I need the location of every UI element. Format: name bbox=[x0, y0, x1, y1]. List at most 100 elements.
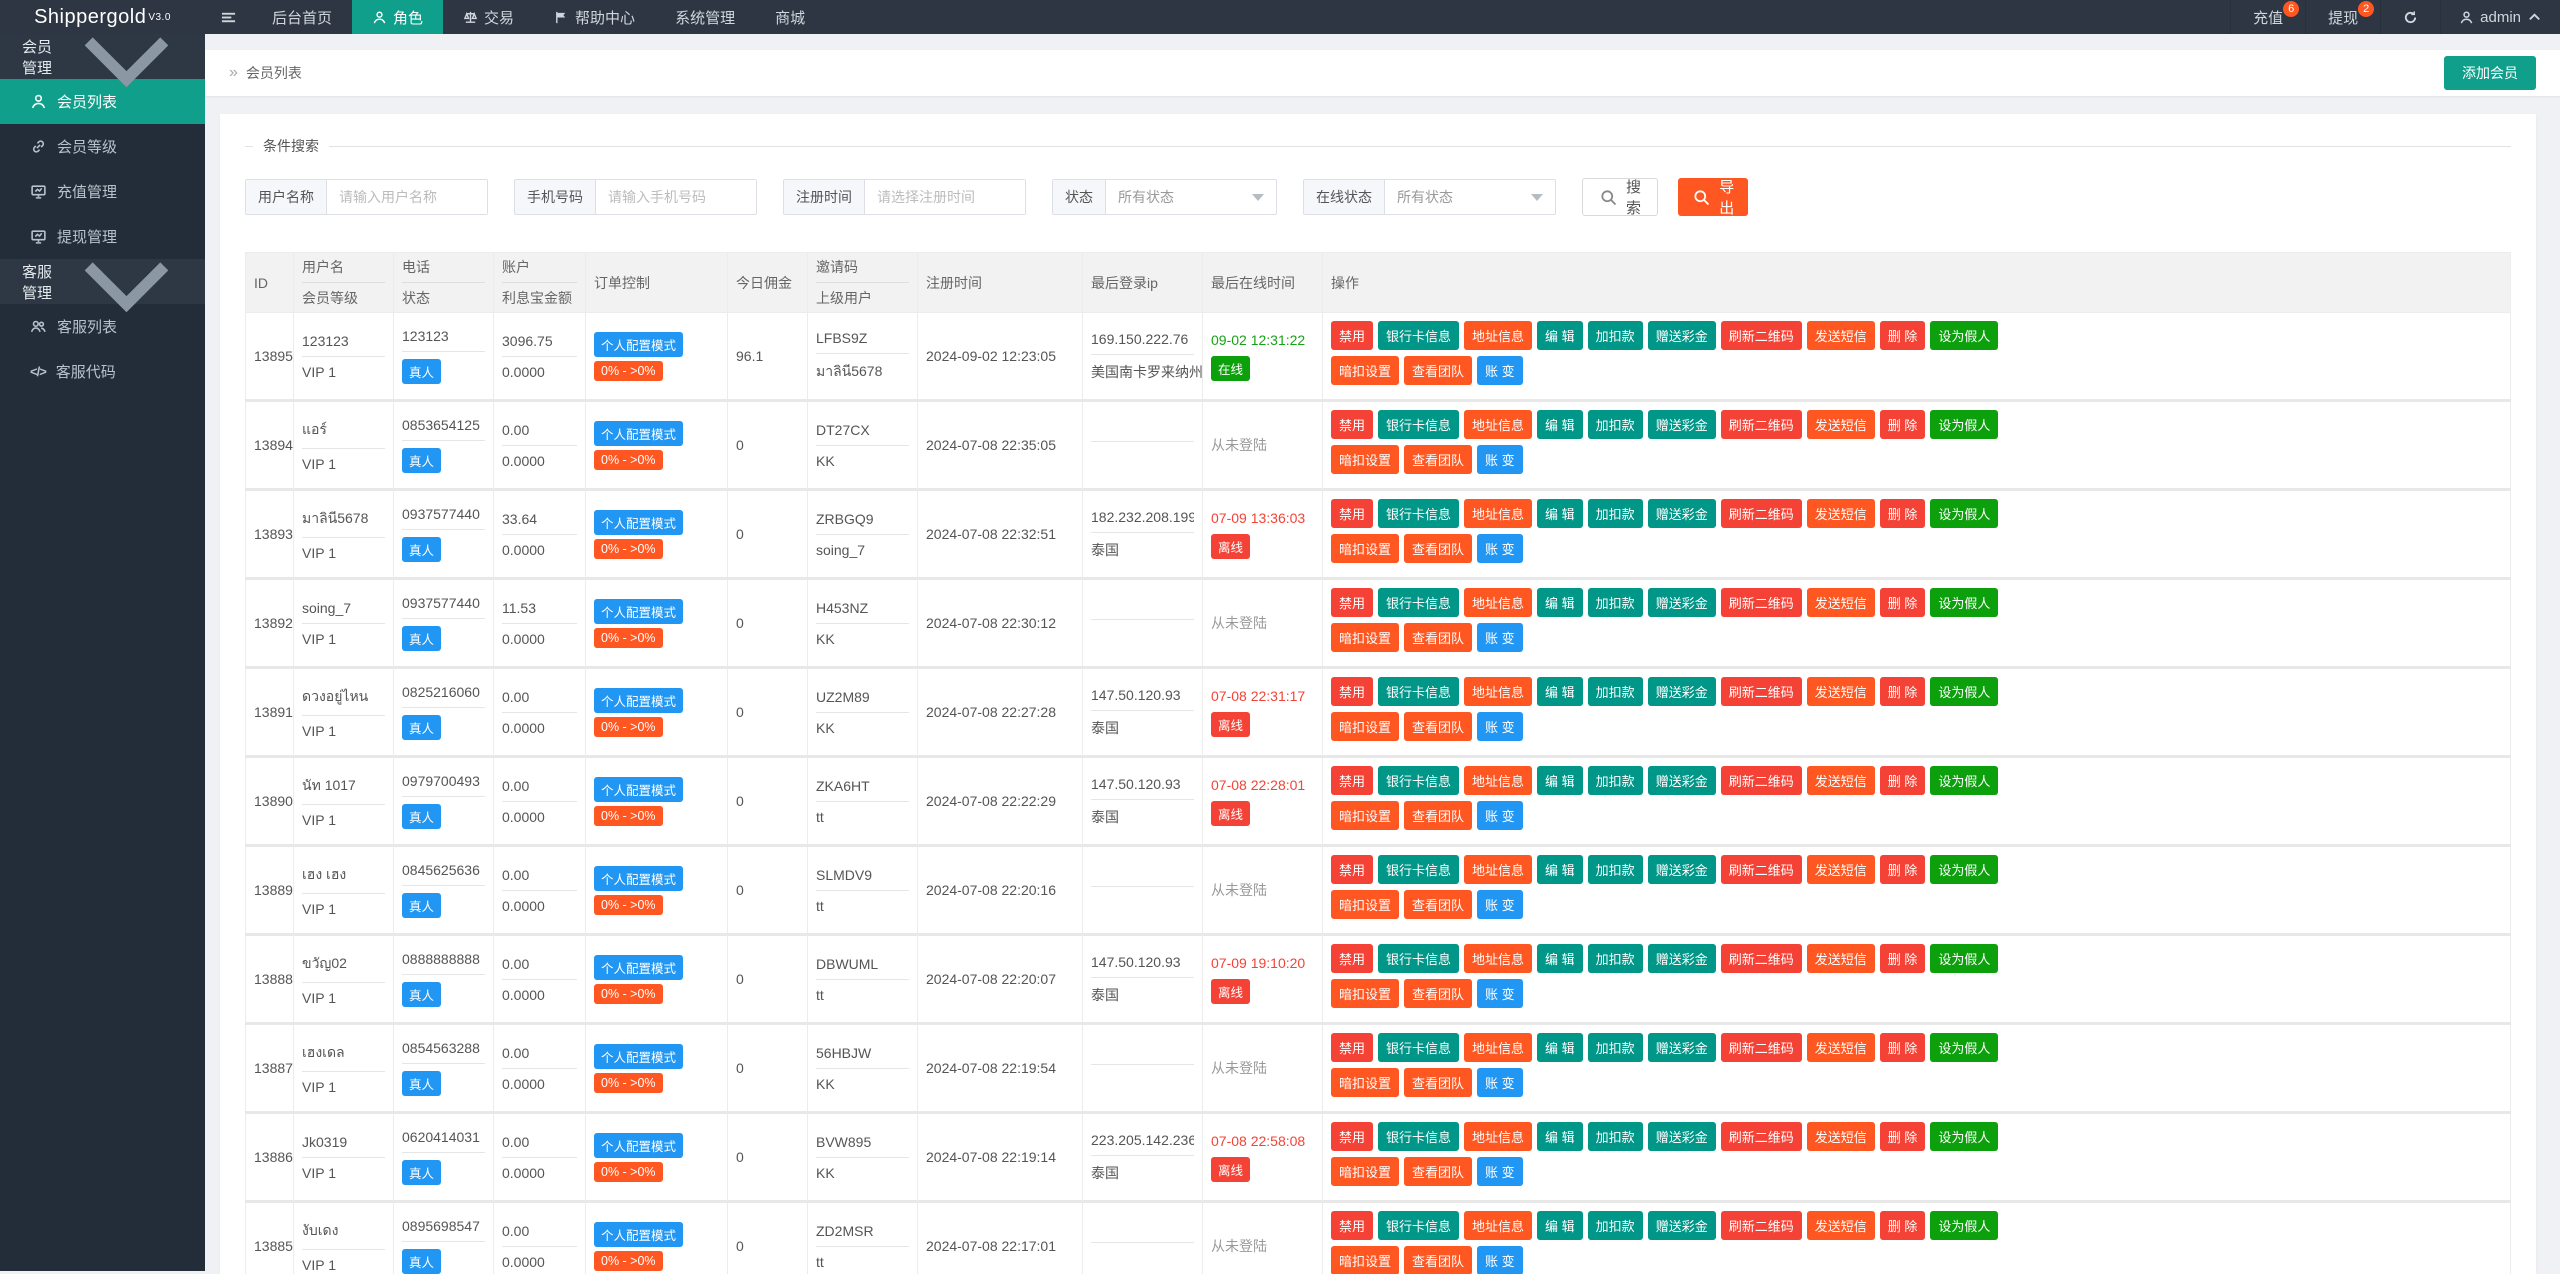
action-button[interactable]: 设为假人 bbox=[1930, 766, 1998, 795]
action-button[interactable]: 加扣款 bbox=[1588, 321, 1643, 350]
action-button[interactable]: 加扣款 bbox=[1588, 1211, 1643, 1240]
action-button[interactable]: 暗扣设置 bbox=[1331, 801, 1399, 830]
action-button[interactable]: 查看团队 bbox=[1404, 356, 1472, 385]
action-button[interactable]: 查看团队 bbox=[1404, 1068, 1472, 1097]
action-button[interactable]: 禁用 bbox=[1331, 1211, 1373, 1240]
action-button[interactable]: 编 辑 bbox=[1537, 410, 1583, 439]
action-button[interactable]: 地址信息 bbox=[1464, 944, 1532, 973]
action-button[interactable]: 查看团队 bbox=[1404, 1246, 1472, 1274]
filter-input[interactable] bbox=[865, 180, 1025, 214]
action-button[interactable]: 地址信息 bbox=[1464, 588, 1532, 617]
action-button[interactable]: 赠送彩金 bbox=[1648, 677, 1716, 706]
action-button[interactable]: 设为假人 bbox=[1930, 1211, 1998, 1240]
nav-item-2[interactable]: 角色 bbox=[352, 0, 443, 34]
action-button[interactable]: 暗扣设置 bbox=[1331, 890, 1399, 919]
action-button[interactable]: 加扣款 bbox=[1588, 1033, 1643, 1062]
action-button[interactable]: 账 变 bbox=[1477, 712, 1523, 741]
action-button[interactable]: 查看团队 bbox=[1404, 890, 1472, 919]
action-button[interactable]: 禁用 bbox=[1331, 410, 1373, 439]
action-button[interactable]: 删 除 bbox=[1880, 1122, 1926, 1151]
action-button[interactable]: 刷新二维码 bbox=[1721, 321, 1802, 350]
action-button[interactable]: 设为假人 bbox=[1930, 677, 1998, 706]
action-button[interactable]: 地址信息 bbox=[1464, 677, 1532, 706]
action-button[interactable]: 银行卡信息 bbox=[1378, 766, 1459, 795]
action-button[interactable]: 查看团队 bbox=[1404, 623, 1472, 652]
action-button[interactable]: 银行卡信息 bbox=[1378, 944, 1459, 973]
action-button[interactable]: 赠送彩金 bbox=[1648, 1211, 1716, 1240]
filter-input[interactable] bbox=[596, 180, 756, 214]
sidebar-item[interactable]: 会员等级 bbox=[0, 124, 205, 169]
action-button[interactable]: 设为假人 bbox=[1930, 944, 1998, 973]
sidebar-group-1[interactable]: 会员管理 bbox=[0, 34, 205, 79]
action-button[interactable]: 加扣款 bbox=[1588, 410, 1643, 439]
action-button[interactable]: 地址信息 bbox=[1464, 1033, 1532, 1062]
action-button[interactable]: 删 除 bbox=[1880, 410, 1926, 439]
action-button[interactable]: 赠送彩金 bbox=[1648, 1122, 1716, 1151]
action-button[interactable]: 暗扣设置 bbox=[1331, 1157, 1399, 1186]
sidebar-item[interactable]: 充值管理 bbox=[0, 169, 205, 214]
action-button[interactable]: 删 除 bbox=[1880, 1211, 1926, 1240]
action-button[interactable]: 查看团队 bbox=[1404, 1157, 1472, 1186]
action-button[interactable]: 发送短信 bbox=[1807, 855, 1875, 884]
action-button[interactable]: 禁用 bbox=[1331, 855, 1373, 884]
action-button[interactable]: 删 除 bbox=[1880, 677, 1926, 706]
action-button[interactable]: 刷新二维码 bbox=[1721, 944, 1802, 973]
action-button[interactable]: 发送短信 bbox=[1807, 766, 1875, 795]
action-button[interactable]: 地址信息 bbox=[1464, 766, 1532, 795]
action-button[interactable]: 编 辑 bbox=[1537, 588, 1583, 617]
action-button[interactable]: 查看团队 bbox=[1404, 445, 1472, 474]
action-button[interactable]: 赠送彩金 bbox=[1648, 1033, 1716, 1062]
action-button[interactable]: 加扣款 bbox=[1588, 499, 1643, 528]
action-button[interactable]: 设为假人 bbox=[1930, 1033, 1998, 1062]
action-button[interactable]: 设为假人 bbox=[1930, 1122, 1998, 1151]
action-button[interactable]: 银行卡信息 bbox=[1378, 499, 1459, 528]
action-button[interactable]: 银行卡信息 bbox=[1378, 855, 1459, 884]
action-button[interactable]: 地址信息 bbox=[1464, 855, 1532, 884]
nav-right-link-2[interactable]: 提现2 bbox=[2305, 0, 2380, 34]
action-button[interactable]: 设为假人 bbox=[1930, 499, 1998, 528]
nav-right-link-1[interactable]: 充值6 bbox=[2230, 0, 2305, 34]
nav-item-6[interactable]: 商城 bbox=[755, 0, 825, 34]
action-button[interactable]: 暗扣设置 bbox=[1331, 712, 1399, 741]
action-button[interactable]: 加扣款 bbox=[1588, 588, 1643, 617]
action-button[interactable]: 地址信息 bbox=[1464, 1211, 1532, 1240]
action-button[interactable]: 地址信息 bbox=[1464, 1122, 1532, 1151]
action-button[interactable]: 账 变 bbox=[1477, 1157, 1523, 1186]
action-button[interactable]: 加扣款 bbox=[1588, 944, 1643, 973]
action-button[interactable]: 刷新二维码 bbox=[1721, 766, 1802, 795]
nav-item-4[interactable]: 帮助中心 bbox=[534, 0, 655, 34]
action-button[interactable]: 编 辑 bbox=[1537, 321, 1583, 350]
action-button[interactable]: 禁用 bbox=[1331, 499, 1373, 528]
action-button[interactable]: 查看团队 bbox=[1404, 801, 1472, 830]
action-button[interactable]: 暗扣设置 bbox=[1331, 1246, 1399, 1274]
action-button[interactable]: 发送短信 bbox=[1807, 944, 1875, 973]
action-button[interactable]: 刷新二维码 bbox=[1721, 1122, 1802, 1151]
action-button[interactable]: 加扣款 bbox=[1588, 766, 1643, 795]
action-button[interactable]: 编 辑 bbox=[1537, 766, 1583, 795]
sidebar-toggle-button[interactable] bbox=[205, 0, 252, 34]
action-button[interactable]: 银行卡信息 bbox=[1378, 321, 1459, 350]
action-button[interactable]: 编 辑 bbox=[1537, 1211, 1583, 1240]
action-button[interactable]: 删 除 bbox=[1880, 321, 1926, 350]
action-button[interactable]: 刷新二维码 bbox=[1721, 677, 1802, 706]
action-button[interactable]: 编 辑 bbox=[1537, 677, 1583, 706]
action-button[interactable]: 赠送彩金 bbox=[1648, 321, 1716, 350]
action-button[interactable]: 账 变 bbox=[1477, 979, 1523, 1008]
refresh-button[interactable] bbox=[2380, 0, 2440, 34]
action-button[interactable]: 禁用 bbox=[1331, 321, 1373, 350]
action-button[interactable]: 禁用 bbox=[1331, 677, 1373, 706]
action-button[interactable]: 地址信息 bbox=[1464, 499, 1532, 528]
action-button[interactable]: 发送短信 bbox=[1807, 588, 1875, 617]
action-button[interactable]: 刷新二维码 bbox=[1721, 855, 1802, 884]
action-button[interactable]: 赠送彩金 bbox=[1648, 855, 1716, 884]
action-button[interactable]: 编 辑 bbox=[1537, 1033, 1583, 1062]
action-button[interactable]: 账 变 bbox=[1477, 445, 1523, 474]
action-button[interactable]: 暗扣设置 bbox=[1331, 534, 1399, 563]
action-button[interactable]: 发送短信 bbox=[1807, 1211, 1875, 1240]
action-button[interactable]: 账 变 bbox=[1477, 356, 1523, 385]
action-button[interactable]: 暗扣设置 bbox=[1331, 623, 1399, 652]
action-button[interactable]: 设为假人 bbox=[1930, 855, 1998, 884]
action-button[interactable]: 赠送彩金 bbox=[1648, 944, 1716, 973]
action-button[interactable]: 禁用 bbox=[1331, 766, 1373, 795]
action-button[interactable]: 账 变 bbox=[1477, 623, 1523, 652]
